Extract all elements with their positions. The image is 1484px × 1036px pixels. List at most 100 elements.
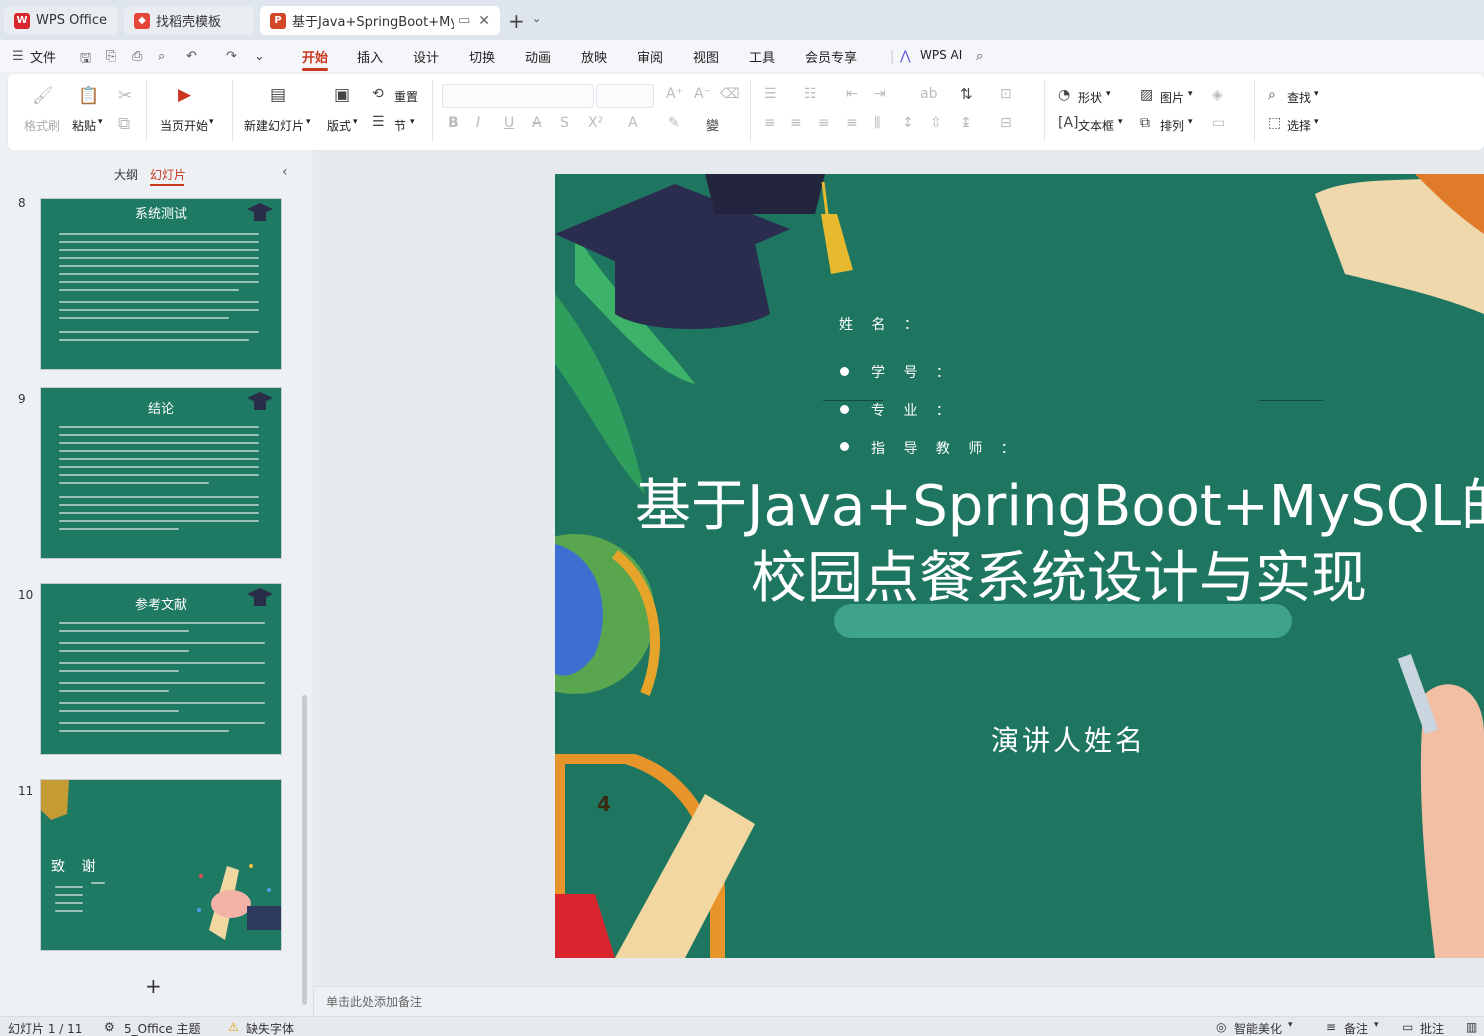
print-preview-icon[interactable]: ⌕ xyxy=(158,49,165,64)
find-button[interactable]: 查找 xyxy=(1287,89,1311,106)
slide-thumbnail-10[interactable]: 参考文献 xyxy=(40,583,282,755)
bold-icon[interactable]: B xyxy=(448,115,459,131)
clear-format-icon[interactable]: ⌫ xyxy=(720,86,740,102)
chevron-down-icon[interactable]: ▾ xyxy=(1374,1020,1379,1030)
font-family-select[interactable] xyxy=(442,84,594,108)
menu-review[interactable]: 审阅 xyxy=(637,47,663,66)
text-direction-icon[interactable]: ab xyxy=(920,86,937,102)
wps-ai-icon[interactable]: ⋀ xyxy=(900,49,911,64)
indent-icon[interactable]: ⇥ xyxy=(874,86,886,102)
chevron-down-icon[interactable]: ▾ xyxy=(1314,89,1319,99)
save-icon[interactable]: 🖫 xyxy=(80,49,91,71)
menu-design[interactable]: 设计 xyxy=(413,47,439,66)
chevron-down-icon[interactable]: ▾ xyxy=(1118,117,1123,127)
close-icon[interactable]: ✕ xyxy=(478,13,490,29)
chevron-down-icon[interactable]: ▾ xyxy=(209,117,214,127)
tab-wps-office[interactable]: W WPS Office xyxy=(4,6,118,35)
title-line-1[interactable]: 基于Java+SpringBoot+MySQL的 xyxy=(635,472,1484,542)
chevron-down-icon[interactable]: ▾ xyxy=(306,117,311,127)
student-id-label[interactable]: 学 号 ： xyxy=(871,362,957,382)
italic-icon[interactable]: I xyxy=(476,115,480,131)
add-slide-button[interactable]: + xyxy=(145,974,162,998)
convert-text-icon[interactable]: ⊡ xyxy=(1000,86,1012,102)
strikethrough-icon[interactable]: A xyxy=(532,115,542,131)
missing-font-button[interactable]: 缺失字体 xyxy=(246,1020,294,1036)
align-left-icon[interactable]: ≡ xyxy=(764,115,776,131)
major-label[interactable]: 专 业 ： xyxy=(871,400,957,420)
chevron-down-icon[interactable]: ▾ xyxy=(98,117,103,127)
justify-icon[interactable]: ≡ xyxy=(846,115,858,131)
fill-icon[interactable]: ◈ xyxy=(1212,87,1223,103)
menu-transition[interactable]: 切换 xyxy=(469,47,495,66)
highlight-icon[interactable]: ✎ xyxy=(668,115,680,131)
smart-beautify-button[interactable]: 智能美化 xyxy=(1234,1020,1282,1036)
shape-button[interactable]: 形状 xyxy=(1078,89,1102,106)
picture-button[interactable]: 图片 xyxy=(1160,89,1184,106)
distribute-icon[interactable]: ⫼ xyxy=(874,115,880,131)
add-tab-icon[interactable]: + xyxy=(508,9,525,33)
increase-font-icon[interactable]: A⁺ xyxy=(666,86,683,102)
notes-placeholder[interactable]: 单击此处添加备注 xyxy=(326,993,422,1010)
speaker-name[interactable]: 演讲人姓名 xyxy=(991,719,1146,759)
notes-pane[interactable]: 单击此处添加备注 xyxy=(315,986,1484,1016)
menu-slideshow[interactable]: 放映 xyxy=(581,47,607,66)
superscript-icon[interactable]: X² xyxy=(588,115,603,131)
columns-icon[interactable]: ⊟ xyxy=(1000,115,1012,131)
chevron-down-icon[interactable]: ▾ xyxy=(1314,117,1319,127)
underline-icon[interactable]: U xyxy=(504,115,514,131)
chevron-down-icon[interactable]: ▾ xyxy=(1288,1020,1293,1030)
collapse-panel-icon[interactable]: ‹ xyxy=(282,164,288,180)
chevron-down-icon[interactable]: ▾ xyxy=(1106,89,1111,99)
sort-text-icon[interactable]: ⇅ xyxy=(960,85,973,103)
cut-icon[interactable]: ✂ xyxy=(118,86,132,106)
reset-button[interactable]: 重置 xyxy=(394,88,418,105)
advisor-label[interactable]: 指 导 教 师 ： xyxy=(871,438,1022,458)
numbered-list-icon[interactable]: ☷ xyxy=(804,86,817,102)
shadow-icon[interactable]: S xyxy=(560,115,569,131)
hamburger-icon[interactable]: ☰ xyxy=(12,49,24,64)
play-current-button[interactable]: 当页开始 xyxy=(160,117,208,134)
chevron-down-icon[interactable]: ▾ xyxy=(353,117,358,127)
decrease-font-icon[interactable]: A⁻ xyxy=(694,86,711,102)
menu-member[interactable]: 会员专享 xyxy=(805,47,857,66)
tab-current-document[interactable]: P 基于Java+SpringBoot+MyS( ▭ ✕ xyxy=(260,6,500,35)
menu-home[interactable]: 开始 xyxy=(302,47,328,66)
comments-button[interactable]: 批注 xyxy=(1420,1020,1444,1036)
search-icon[interactable]: ⌕ xyxy=(976,49,983,64)
panel-scrollbar[interactable] xyxy=(302,695,307,1005)
menu-insert[interactable]: 插入 xyxy=(357,47,383,66)
bullet-list-icon[interactable]: ☰ xyxy=(764,86,777,102)
more-chevron-icon[interactable]: ⌄ xyxy=(254,49,265,64)
wps-ai-button[interactable]: WPS AI xyxy=(920,48,962,62)
chevron-down-icon[interactable]: ▾ xyxy=(1188,89,1193,99)
chevron-down-icon[interactable]: ⌄ xyxy=(532,12,541,25)
menu-view[interactable]: 视图 xyxy=(693,47,719,66)
align-right-icon[interactable]: ≡ xyxy=(818,115,830,131)
menu-animation[interactable]: 动画 xyxy=(525,47,551,66)
phonetic-icon[interactable]: 變 xyxy=(706,115,719,134)
layout-button[interactable]: 版式 xyxy=(327,117,351,134)
theme-name[interactable]: 5_Office 主题 xyxy=(124,1020,200,1036)
slide-thumbnail-11[interactable]: 致 谢 xyxy=(40,779,282,951)
window-icon[interactable]: ▭ xyxy=(458,13,470,28)
export-icon[interactable]: ⎘ xyxy=(106,49,116,64)
outline-icon[interactable]: ▭ xyxy=(1212,115,1225,131)
font-color-icon[interactable]: A xyxy=(628,115,638,131)
current-slide[interactable]: 姓 名 ： 学 号 ： 专 业 ： 指 导 教 师 ： 基于Java+Sprin… xyxy=(555,174,1484,958)
tab-outline[interactable]: 大纲 xyxy=(114,166,138,183)
menu-tools[interactable]: 工具 xyxy=(749,47,775,66)
normal-view-icon[interactable]: ▥ xyxy=(1466,1020,1477,1034)
format-painter-button[interactable]: 格式刷 xyxy=(24,117,60,134)
align-center-icon[interactable]: ≡ xyxy=(790,115,802,131)
font-size-select[interactable] xyxy=(596,84,654,108)
tab-docer[interactable]: ◆ 找稻壳模板 xyxy=(124,6,254,35)
arrange-button[interactable]: 排列 xyxy=(1160,117,1184,134)
textbox-button[interactable]: 文本框 xyxy=(1078,117,1114,134)
chevron-down-icon[interactable]: ▾ xyxy=(410,117,415,127)
outdent-icon[interactable]: ⇤ xyxy=(846,86,858,102)
new-slide-button[interactable]: 新建幻灯片 xyxy=(244,117,304,134)
name-label[interactable]: 姓 名 ： xyxy=(839,314,925,334)
undo-icon[interactable]: ↶ xyxy=(186,49,197,64)
paste-button[interactable]: 粘贴 xyxy=(72,117,96,134)
select-button[interactable]: 选择 xyxy=(1287,117,1311,134)
